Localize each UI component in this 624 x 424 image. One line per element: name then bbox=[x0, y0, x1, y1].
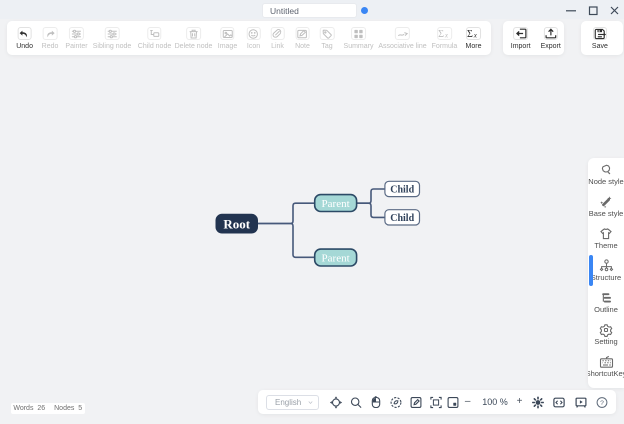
svg-text:Child: Child bbox=[390, 185, 414, 196]
svg-text:?: ? bbox=[600, 399, 604, 406]
svg-text:Root: Root bbox=[223, 216, 250, 231]
svg-text:Parent: Parent bbox=[322, 252, 350, 264]
svg-text:Child: Child bbox=[390, 213, 414, 224]
svg-text:Parent: Parent bbox=[322, 198, 350, 210]
